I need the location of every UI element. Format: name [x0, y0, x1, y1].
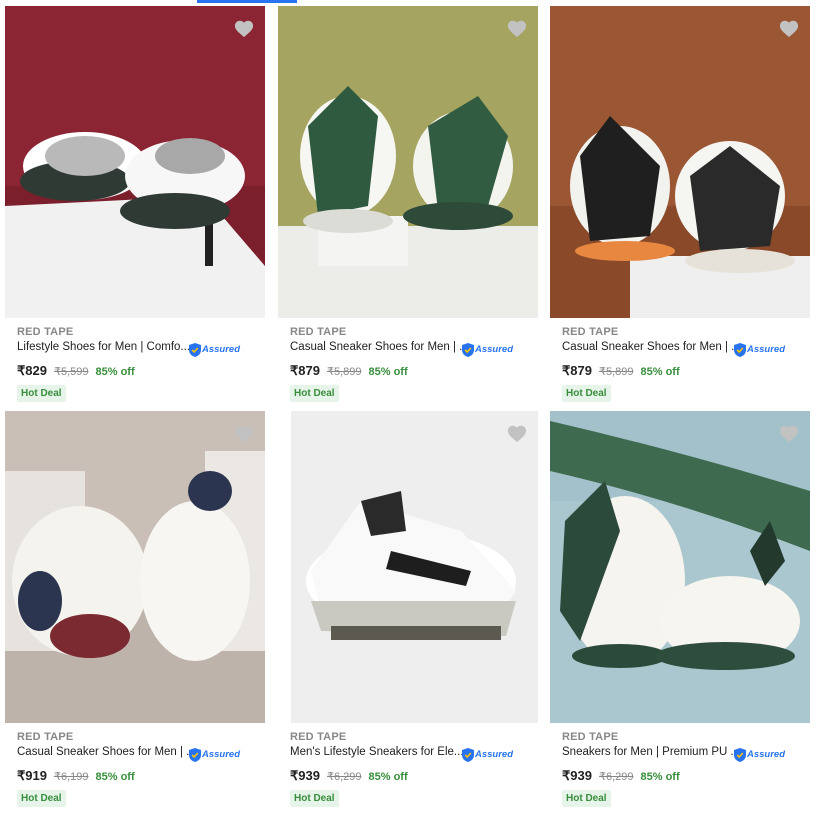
assured-badge: Assured: [462, 747, 513, 762]
product-card[interactable]: RED TAPE Casual Sneaker Shoes for Men | …: [545, 0, 811, 405]
product-card[interactable]: RED TAPE Sneakers for Men | Premium PU .…: [545, 405, 811, 810]
product-image[interactable]: [278, 6, 538, 318]
discount-label: 85% off: [95, 771, 135, 783]
product-title[interactable]: Sneakers for Men | Premium PU ...: [562, 746, 734, 758]
product-title[interactable]: Lifestyle Shoes for Men | Comfo...: [17, 341, 189, 353]
assured-shield-icon: [189, 342, 201, 357]
assured-shield-icon: [734, 342, 746, 357]
discount-label: 85% off: [368, 366, 408, 378]
price-row: ₹919 ₹6,199 85% off: [17, 768, 135, 784]
assured-shield-icon: [189, 747, 201, 762]
wishlist-heart-icon[interactable]: [506, 18, 528, 38]
price-row: ₹939 ₹6,299 85% off: [290, 768, 408, 784]
product-title[interactable]: Casual Sneaker Shoes for Men | ...: [17, 746, 189, 758]
product-title[interactable]: Casual Sneaker Shoes for Men | ...: [290, 341, 462, 353]
wishlist-heart-icon[interactable]: [778, 18, 800, 38]
hot-deal-badge: Hot Deal: [562, 790, 611, 807]
product-image[interactable]: [550, 411, 810, 723]
assured-label: Assured: [475, 749, 514, 760]
assured-shield-icon: [462, 747, 474, 762]
assured-shield-icon: [734, 747, 746, 762]
product-image[interactable]: [5, 6, 265, 318]
price-row: ₹829 ₹5,599 85% off: [17, 363, 135, 379]
product-brand: RED TAPE: [562, 731, 619, 743]
assured-label: Assured: [747, 344, 786, 355]
assured-badge: Assured: [189, 342, 240, 357]
wishlist-heart-icon[interactable]: [778, 423, 800, 443]
product-title[interactable]: Casual Sneaker Shoes for Men | ...: [562, 341, 734, 353]
assured-label: Assured: [202, 344, 241, 355]
original-price: ₹6,299: [326, 771, 362, 783]
product-brand: RED TAPE: [17, 326, 74, 338]
assured-label: Assured: [747, 749, 786, 760]
product-grid: RED TAPE Lifestyle Shoes for Men | Comfo…: [0, 0, 820, 813]
product-brand: RED TAPE: [290, 326, 347, 338]
product-card[interactable]: RED TAPE Men's Lifestyle Sneakers for El…: [273, 405, 539, 810]
assured-badge: Assured: [734, 747, 785, 762]
original-price: ₹6,299: [598, 771, 634, 783]
product-title[interactable]: Men's Lifestyle Sneakers for Ele...: [290, 746, 462, 758]
selling-price: ₹829: [17, 363, 47, 378]
discount-label: 85% off: [368, 771, 408, 783]
selling-price: ₹939: [290, 768, 320, 783]
selling-price: ₹879: [562, 363, 592, 378]
product-image[interactable]: [5, 411, 265, 723]
wishlist-heart-icon[interactable]: [506, 423, 528, 443]
price-row: ₹879 ₹5,899 85% off: [562, 363, 680, 379]
selling-price: ₹879: [290, 363, 320, 378]
hot-deal-badge: Hot Deal: [562, 385, 611, 402]
price-row: ₹939 ₹6,299 85% off: [562, 768, 680, 784]
product-image[interactable]: [291, 411, 538, 723]
assured-label: Assured: [202, 749, 241, 760]
product-card[interactable]: RED TAPE Casual Sneaker Shoes for Men | …: [0, 405, 266, 810]
product-brand: RED TAPE: [290, 731, 347, 743]
wishlist-heart-icon[interactable]: [233, 423, 255, 443]
selling-price: ₹919: [17, 768, 47, 783]
assured-shield-icon: [462, 342, 474, 357]
product-card[interactable]: RED TAPE Casual Sneaker Shoes for Men | …: [273, 0, 539, 405]
selling-price: ₹939: [562, 768, 592, 783]
hot-deal-badge: Hot Deal: [17, 385, 66, 402]
assured-badge: Assured: [189, 747, 240, 762]
discount-label: 85% off: [640, 771, 680, 783]
product-image[interactable]: [550, 6, 810, 318]
original-price: ₹6,199: [53, 771, 89, 783]
original-price: ₹5,899: [326, 366, 362, 378]
wishlist-heart-icon[interactable]: [233, 18, 255, 38]
original-price: ₹5,899: [598, 366, 634, 378]
hot-deal-badge: Hot Deal: [17, 790, 66, 807]
discount-label: 85% off: [95, 366, 135, 378]
product-brand: RED TAPE: [17, 731, 74, 743]
original-price: ₹5,599: [53, 366, 89, 378]
product-brand: RED TAPE: [562, 326, 619, 338]
hot-deal-badge: Hot Deal: [290, 385, 339, 402]
price-row: ₹879 ₹5,899 85% off: [290, 363, 408, 379]
discount-label: 85% off: [640, 366, 680, 378]
assured-badge: Assured: [462, 342, 513, 357]
hot-deal-badge: Hot Deal: [290, 790, 339, 807]
product-card[interactable]: RED TAPE Lifestyle Shoes for Men | Comfo…: [0, 0, 266, 405]
assured-label: Assured: [475, 344, 514, 355]
assured-badge: Assured: [734, 342, 785, 357]
